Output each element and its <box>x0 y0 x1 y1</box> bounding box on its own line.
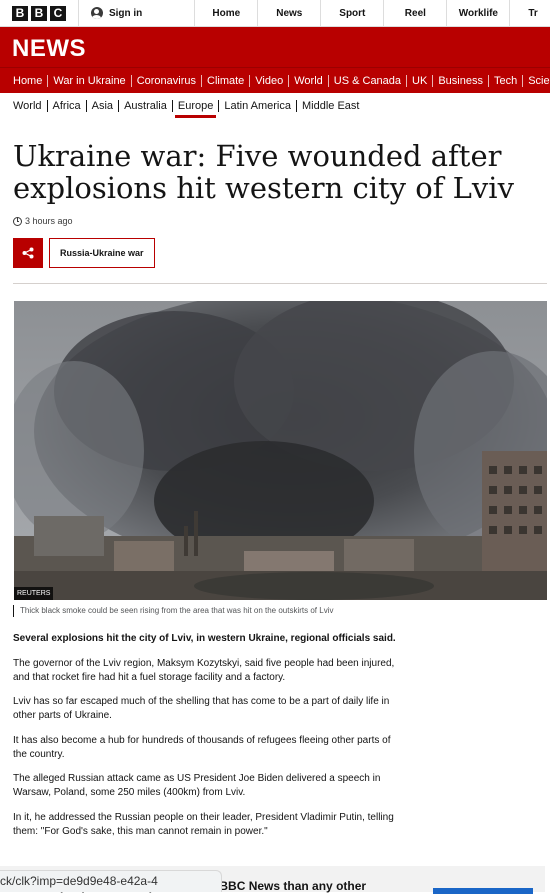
section-nav-coronavirus[interactable]: Coronavirus <box>132 74 202 87</box>
section-nav-science[interactable]: Scien <box>523 75 550 87</box>
clock-icon <box>13 216 22 226</box>
section-nav-tech[interactable]: Tech <box>489 74 524 87</box>
sign-in-label: Sign in <box>108 7 143 19</box>
article-paragraph: Several explosions hit the city of Lviv,… <box>13 633 396 644</box>
section-nav-war-in-ukraine[interactable]: War in Ukraine <box>48 74 132 87</box>
sub-nav-world[interactable]: World <box>8 99 48 112</box>
sign-in-link[interactable]: Sign in <box>79 0 196 26</box>
smoke-over-city-image <box>14 301 547 600</box>
section-nav-climate[interactable]: Climate <box>202 74 251 87</box>
article-headline: Ukraine war: Five wounded after explosio… <box>13 139 514 205</box>
sub-nav-australia[interactable]: Australia <box>119 99 173 112</box>
bbc-logo-letter: B <box>31 6 47 21</box>
section-nav-video[interactable]: Video <box>250 74 290 87</box>
trust-banner-button[interactable] <box>433 888 533 894</box>
image-caption: Thick black smoke could be seen rising f… <box>13 605 543 617</box>
topic-tag-button[interactable]: Russia-Ukraine war <box>49 238 155 268</box>
section-nav-home[interactable]: Home <box>8 74 49 87</box>
topnav-sport[interactable]: Sport <box>321 0 385 26</box>
topnav-worklife[interactable]: Worklife <box>447 0 511 26</box>
article-paragraph: In it, he addressed the Russian people o… <box>13 811 394 837</box>
news-banner: NEWS <box>0 27 550 67</box>
article-paragraph: Lviv has so far escaped much of the shel… <box>13 696 390 721</box>
article-paragraph: The alleged Russian attack came as US Pr… <box>13 773 381 798</box>
section-nav-business[interactable]: Business <box>433 74 489 87</box>
sub-nav-europe[interactable]: Europe <box>173 99 220 118</box>
bbc-logo-letter: B <box>12 6 28 21</box>
bbc-logo[interactable]: B B C <box>0 0 79 26</box>
sub-nav-asia[interactable]: Asia <box>87 99 120 112</box>
sub-nav-africa[interactable]: Africa <box>48 99 87 112</box>
share-icon <box>22 247 34 259</box>
section-nav: Home War in Ukraine Coronavirus Climate … <box>0 67 550 93</box>
divider <box>13 283 547 284</box>
topnav-reel[interactable]: Reel <box>384 0 448 26</box>
article-body: Several explosions hit the city of Lviv,… <box>13 632 403 849</box>
status-bar-url: ck/clk?imp=de9d9e48-e42a-4 <box>0 870 222 892</box>
section-nav-us-canada[interactable]: US & Canada <box>329 74 408 87</box>
topnav-travel[interactable]: Tr <box>510 0 550 26</box>
bbc-logo-letter: C <box>50 6 66 21</box>
sub-nav-middle-east[interactable]: Middle East <box>297 100 364 112</box>
hero-image: REUTERS <box>14 301 547 600</box>
news-logo[interactable]: NEWS <box>12 35 86 63</box>
share-row: Russia-Ukraine war <box>13 238 155 268</box>
image-credit: REUTERS <box>14 587 54 600</box>
topnav-home[interactable]: Home <box>195 0 259 26</box>
sub-nav-latin-america[interactable]: Latin America <box>219 99 297 112</box>
timestamp-text: 3 hours ago <box>25 216 73 226</box>
article-timestamp: 3 hours ago <box>13 216 73 226</box>
topnav-news[interactable]: News <box>258 0 322 26</box>
sub-nav: World Africa Asia Australia Europe Latin… <box>0 93 550 118</box>
article-paragraph: The governor of the Lviv region, Maksym … <box>13 657 395 683</box>
section-nav-uk[interactable]: UK <box>407 74 434 87</box>
share-button[interactable] <box>13 238 43 268</box>
section-nav-world[interactable]: World <box>289 74 329 87</box>
bbc-top-bar: B B C Sign in Home News Sport Reel Workl… <box>0 0 550 27</box>
user-icon <box>90 7 103 19</box>
article-paragraph: It has also become a hub for hundreds of… <box>13 734 391 760</box>
